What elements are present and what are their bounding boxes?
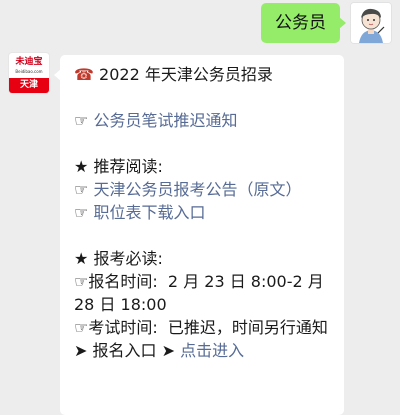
recommend-item-positions: ☞ 职位表下载入口 xyxy=(74,201,334,224)
registration-entry-label: 报名入口 xyxy=(92,341,157,360)
self-message-text: 公务员 xyxy=(275,13,326,33)
bot-avatar-brand-name: 未迪宝 xyxy=(15,57,43,67)
exam-time-value: 已推迟，时间另行通知 xyxy=(167,318,328,337)
registration-time-label: 报名时间: xyxy=(88,272,158,291)
recommend-heading: 推荐阅读: xyxy=(93,157,163,176)
exam-time-label: 考试时间: xyxy=(88,318,158,337)
arrow-icon: ➤ xyxy=(161,341,176,360)
pointing-finger-icon: ☞ xyxy=(74,272,89,291)
message-title-line: ☎ 2022 年天津公务员招录 xyxy=(74,63,334,86)
pointing-finger-icon: ☞ xyxy=(74,180,89,199)
announcement-original-link[interactable]: 天津公务员报考公告（原文） xyxy=(93,180,301,199)
bot-avatar-city-badge: 天津 xyxy=(9,78,49,93)
arrow-icon: ➤ xyxy=(74,341,88,360)
star-icon: ★ xyxy=(74,249,89,268)
bot-message-bubble: ☎ 2022 年天津公务员招录 ☞ 公务员笔试推迟通知 ★ 推荐阅读: ☞ 天津… xyxy=(54,55,344,415)
self-avatar[interactable] xyxy=(350,2,392,44)
registration-time-line: ☞报名时间: 2 月 23 日 8:00-2 月 28 日 18:00 xyxy=(74,270,334,316)
registration-entry-line: ➤ 报名入口 ➤ 点击进入 xyxy=(74,339,334,362)
must-read-heading: 报考必读: xyxy=(93,249,163,268)
must-read-heading-line: ★ 报考必读: xyxy=(74,247,334,270)
postponement-notice-link[interactable]: 公务员笔试推迟通知 xyxy=(93,111,237,130)
pointing-finger-icon: ☞ xyxy=(74,318,89,337)
star-icon: ★ xyxy=(74,157,89,176)
bot-avatar-brand-url: Beidibao.com xyxy=(15,69,43,74)
position-table-download-link[interactable]: 职位表下载入口 xyxy=(93,203,205,222)
pointing-finger-icon: ☞ xyxy=(74,111,89,130)
recommend-item-announcement: ☞ 天津公务员报考公告（原文） xyxy=(74,178,334,201)
message-title: 2022 年天津公务员招录 xyxy=(99,65,273,84)
telephone-icon: ☎ xyxy=(74,65,94,84)
recommend-heading-line: ★ 推荐阅读: xyxy=(74,155,334,178)
bot-avatar[interactable]: 未迪宝 Beidibao.com 天津 xyxy=(8,52,50,94)
notice-line: ☞ 公务员笔试推迟通知 xyxy=(74,109,334,132)
pointing-finger-icon: ☞ xyxy=(74,203,89,222)
exam-time-line: ☞考试时间: 已推迟，时间另行通知 xyxy=(74,316,334,339)
registration-entry-link[interactable]: 点击进入 xyxy=(180,341,244,360)
self-avatar-illustration xyxy=(351,3,391,43)
self-message-bubble[interactable]: 公务员 xyxy=(261,3,346,43)
